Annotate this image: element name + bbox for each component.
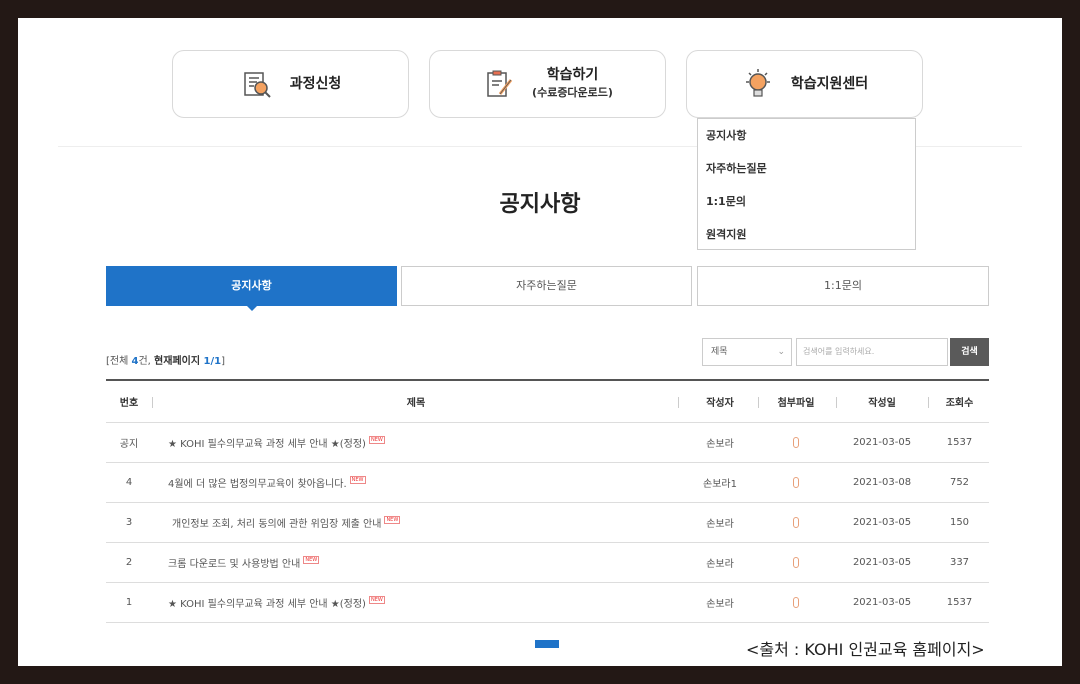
row-author: 손보라	[706, 439, 734, 450]
row-attachment[interactable]	[760, 463, 832, 502]
table-row[interactable]: 공지 ★ KOHI 필수의무교육 과정 세부 안내 ★(정정) NEW 손보라 2…	[106, 423, 989, 463]
new-badge: NEW	[349, 475, 366, 484]
header-author: 작성자	[706, 398, 734, 409]
search-input[interactable]: 검색어를 입력하세요.	[796, 338, 948, 366]
row-attachment[interactable]	[760, 503, 832, 542]
search-select-value: 제목	[711, 347, 728, 357]
row-author: 손보라	[706, 519, 734, 530]
paperclip-icon	[793, 437, 799, 448]
row-author: 손보라	[706, 559, 734, 570]
notice-table: 번호 제목 작성자 첨부파일 작성일 조회수 공지 ★ KOHI 필수의무교육 …	[106, 379, 989, 623]
new-badge: NEW	[303, 555, 320, 564]
menu-study[interactable]: 학습하기 (수료증다운로드)	[429, 50, 666, 118]
row-date: 2021-03-05	[852, 557, 912, 568]
table-row[interactable]: 3 개인정보 조회, 처리 동의에 관한 위임장 제출 안내 NEW 손보라 20…	[106, 503, 989, 543]
summary-current-label: 현재페이지	[154, 356, 204, 367]
lightbulb-icon	[741, 67, 775, 101]
summary-mid: 건,	[138, 356, 155, 367]
row-views: 752	[949, 477, 970, 488]
row-no: 공지	[119, 439, 139, 450]
row-date: 2021-03-05	[852, 597, 912, 608]
tab-notice[interactable]: 공지사항	[106, 266, 397, 311]
menu-study-sub: (수료증다운로드)	[532, 86, 613, 99]
list-summary: [전체 4건, 현재페이지 1/1]	[106, 352, 225, 367]
document-search-icon	[240, 67, 274, 101]
header-separator	[758, 397, 759, 408]
header-separator	[928, 397, 929, 408]
menu-label: 과정신청	[289, 75, 342, 92]
search-placeholder: 검색어를 입력하세요.	[803, 347, 875, 356]
row-title[interactable]: ★ KOHI 필수의무교육 과정 세부 안내 ★(정정) NEW	[168, 423, 678, 462]
row-author: 손보라	[706, 599, 734, 610]
menu-study-label: 학습하기	[546, 67, 599, 83]
tab-bar: 공지사항 자주하는질문 1:1문의	[106, 266, 989, 311]
menu-label: 학습하기 (수료증다운로드)	[532, 67, 613, 101]
row-no: 4	[125, 477, 133, 488]
new-badge: NEW	[368, 595, 385, 604]
row-views: 337	[949, 557, 970, 568]
dropdown-item-notice[interactable]: 공지사항	[698, 125, 915, 158]
header-attachment: 첨부파일	[777, 398, 815, 409]
pagination-current[interactable]	[535, 640, 559, 648]
table-header-row: 번호 제목 작성자 첨부파일 작성일 조회수	[106, 381, 989, 423]
row-date: 2021-03-08	[852, 477, 912, 488]
row-views: 1537	[946, 597, 973, 608]
row-title-text: ★ KOHI 필수의무교육 과정 세부 안내 ★(정정)	[168, 439, 366, 450]
row-title[interactable]: 개인정보 조회, 처리 동의에 관한 위임장 제출 안내 NEW	[172, 503, 678, 542]
header-views: 조회수	[945, 398, 974, 409]
row-title[interactable]: 4월에 더 많은 법정의무교육이 찾아옵니다. NEW	[168, 463, 678, 502]
chevron-down-icon: ⌄	[777, 347, 785, 357]
row-title-text: 4월에 더 많은 법정의무교육이 찾아옵니다.	[168, 479, 347, 490]
row-views: 1537	[946, 437, 973, 448]
row-date: 2021-03-05	[852, 517, 912, 528]
row-no: 2	[125, 557, 133, 568]
menu-course-apply[interactable]: 과정신청	[172, 50, 409, 118]
row-title[interactable]: 크롬 다운로드 및 사용방법 안내 NEW	[168, 543, 678, 582]
header-title: 제목	[406, 398, 426, 409]
paperclip-icon	[793, 477, 799, 488]
page-title: 공지사항	[499, 192, 581, 217]
row-no: 1	[125, 597, 133, 608]
header-separator	[836, 397, 837, 408]
summary-suffix: ]	[221, 356, 225, 367]
row-title-text: 크롬 다운로드 및 사용방법 안내	[168, 559, 301, 570]
table-row[interactable]: 2 크롬 다운로드 및 사용방법 안내 NEW 손보라 2021-03-05 33…	[106, 543, 989, 583]
dropdown-item-remote-support[interactable]: 원격지원	[698, 224, 915, 257]
row-author: 손보라1	[703, 479, 737, 490]
clipboard-pencil-icon	[482, 67, 516, 101]
row-no: 3	[125, 517, 133, 528]
page-frame: 과정신청 학습하기 (수료증다운로드) 학습지원센터 공지사항 자주하는질문 1…	[18, 18, 1062, 666]
header-no: 번호	[119, 398, 139, 409]
row-title-text: ★ KOHI 필수의무교육 과정 세부 안내 ★(정정)	[168, 599, 366, 610]
summary-prefix: [전체	[106, 356, 132, 367]
row-title[interactable]: ★ KOHI 필수의무교육 과정 세부 안내 ★(정정) NEW	[168, 583, 678, 622]
search-button[interactable]: 검색	[950, 338, 989, 366]
header-date: 작성일	[868, 398, 896, 409]
header-separator	[152, 397, 153, 408]
header-separator	[678, 397, 679, 408]
row-date: 2021-03-05	[852, 437, 912, 448]
search-field-select[interactable]: 제목 ⌄	[702, 338, 792, 366]
row-title-text: 개인정보 조회, 처리 동의에 관한 위임장 제출 안내	[172, 519, 382, 530]
source-caption: <출처 : KOHI 인권교육 홈페이지>	[746, 640, 985, 659]
table-row[interactable]: 1 ★ KOHI 필수의무교육 과정 세부 안내 ★(정정) NEW 손보라 20…	[106, 583, 989, 623]
table-row[interactable]: 4 4월에 더 많은 법정의무교육이 찾아옵니다. NEW 손보라1 2021-0…	[106, 463, 989, 503]
paperclip-icon	[793, 557, 799, 568]
tab-faq[interactable]: 자주하는질문	[401, 266, 692, 306]
row-attachment[interactable]	[760, 543, 832, 582]
row-attachment[interactable]	[760, 583, 832, 622]
menu-label: 학습지원센터	[790, 75, 869, 92]
summary-current-page: 1/1	[203, 356, 222, 367]
support-dropdown: 공지사항 자주하는질문 1:1문의 원격지원	[697, 118, 916, 250]
paperclip-icon	[793, 597, 799, 608]
tab-inquiry[interactable]: 1:1문의	[697, 266, 989, 306]
menu-learning-support[interactable]: 학습지원센터	[686, 50, 923, 118]
paperclip-icon	[793, 517, 799, 528]
row-attachment[interactable]	[760, 423, 832, 462]
new-badge: NEW	[384, 515, 401, 524]
new-badge: NEW	[368, 435, 385, 444]
row-views: 150	[949, 517, 970, 528]
